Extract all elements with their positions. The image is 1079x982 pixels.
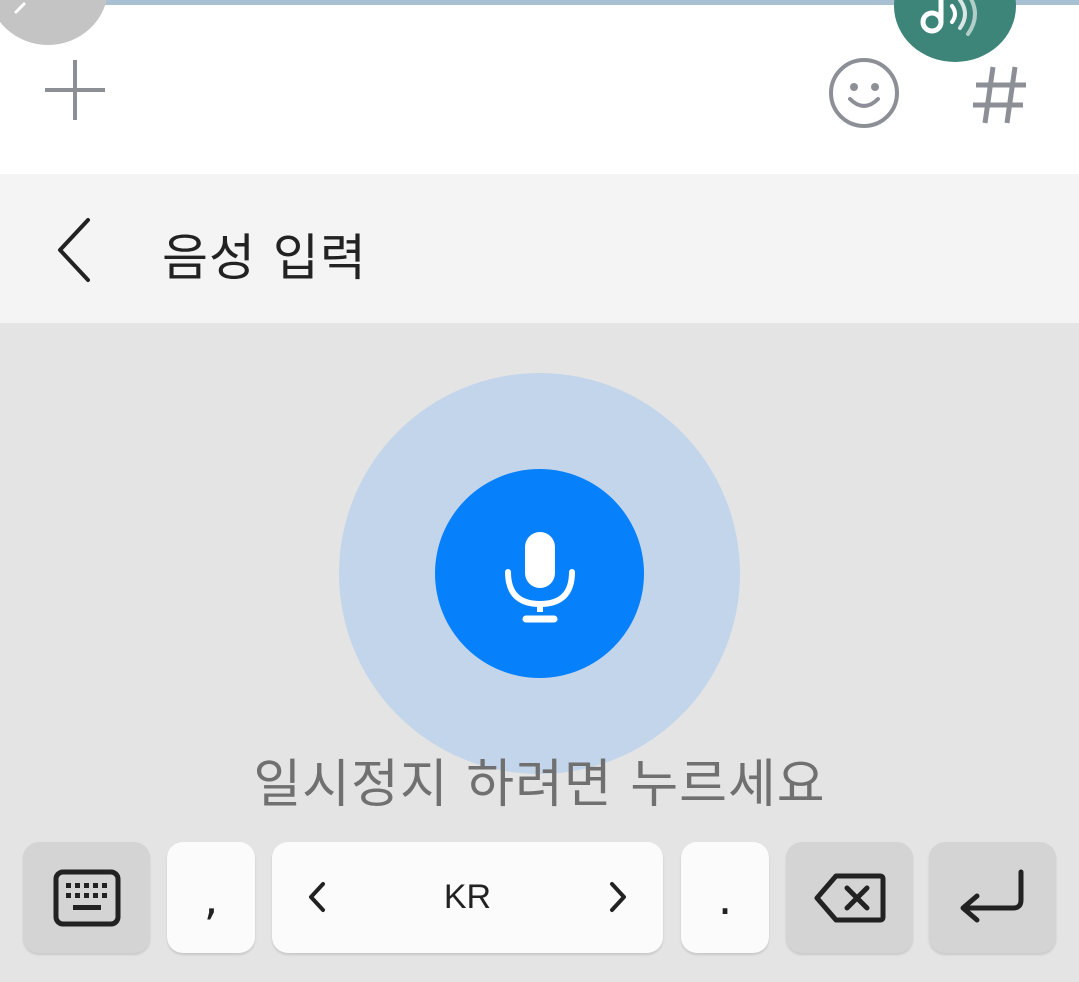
add-button[interactable] — [40, 55, 110, 125]
keyboard-icon — [53, 869, 120, 926]
pause-hint-text: 일시정지 하려면 누르세요 — [253, 755, 826, 815]
chevron-left-icon — [58, 218, 90, 282]
pen-icon — [14, 2, 26, 14]
backspace-key[interactable] — [786, 842, 913, 953]
hash-icon — [973, 66, 1026, 124]
pen-button[interactable] — [0, 0, 108, 45]
plus-icon — [45, 60, 105, 120]
emoji-button[interactable] — [826, 55, 902, 131]
period-key-label: . — [717, 870, 733, 925]
back-button[interactable] — [50, 215, 100, 285]
language-next-arrow — [603, 872, 633, 922]
backspace-icon — [814, 873, 885, 922]
enter-key[interactable] — [929, 842, 1056, 953]
music-button[interactable] — [894, 0, 1016, 62]
language-label: KR — [443, 878, 492, 916]
emoji-icon — [829, 58, 899, 128]
language-prev-arrow — [302, 872, 332, 922]
comma-key[interactable]: , — [167, 842, 255, 953]
comma-key-label: , — [203, 870, 219, 925]
keyboard-switch-key[interactable] — [23, 842, 150, 953]
microphone-icon — [504, 531, 575, 622]
period-key[interactable]: . — [681, 842, 769, 953]
hashtag-button[interactable] — [960, 55, 1040, 135]
chevron-left-icon — [309, 882, 325, 912]
page-title: 음성 입력 — [162, 229, 367, 287]
microphone-button[interactable] — [435, 469, 644, 678]
enter-icon — [960, 869, 1023, 922]
chevron-right-icon — [610, 882, 626, 912]
language-switch-key[interactable]: KR — [272, 842, 663, 953]
music-note-icon — [920, 0, 977, 36]
